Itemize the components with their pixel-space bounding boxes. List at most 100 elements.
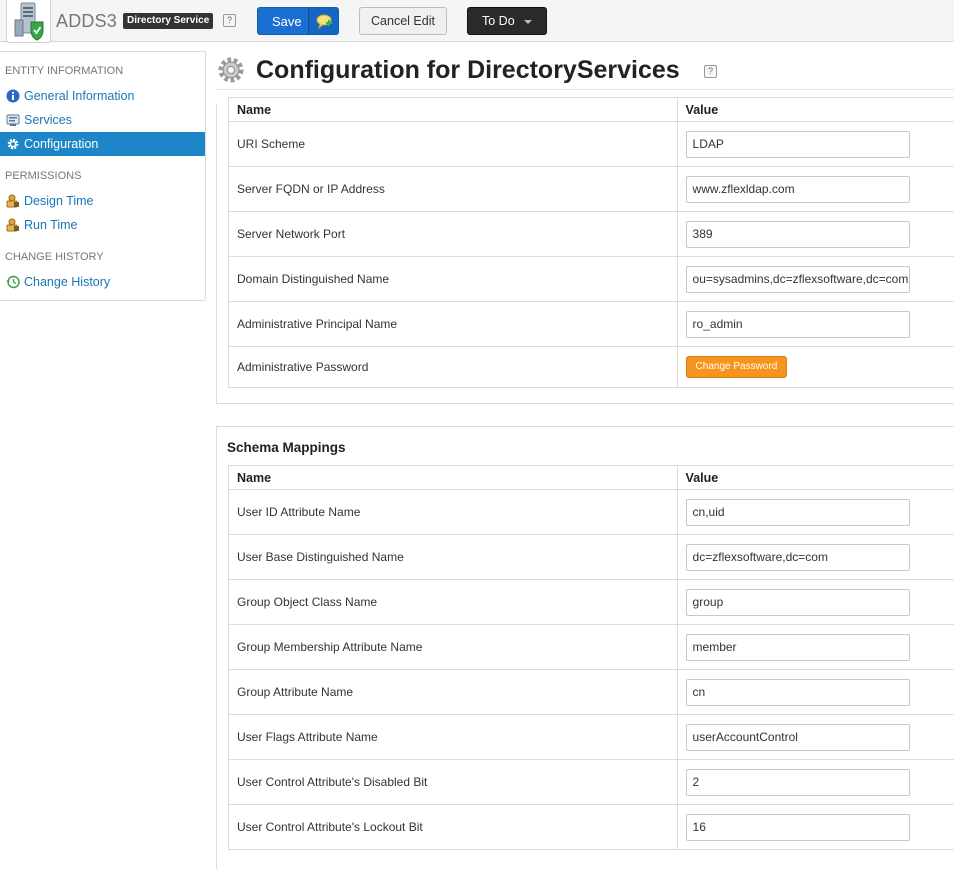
sidebar-item-label: Design Time: [24, 194, 94, 208]
setting-name: User Control Attribute's Lockout Bit: [228, 804, 678, 850]
user-id-attribute-input[interactable]: cn,uid: [685, 498, 910, 526]
group-attribute-input[interactable]: cn: [685, 678, 910, 706]
todo-dropdown-button[interactable]: To Do: [467, 7, 547, 35]
entity-logo: [6, 0, 51, 43]
lockout-bit-input[interactable]: 16: [685, 813, 910, 841]
connection-settings-panel: Name Value URI Scheme LDAP Server FQDN o…: [216, 97, 954, 404]
setting-name: Server FQDN or IP Address: [228, 166, 678, 212]
sidebar-heading-entity-information: ENTITY INFORMATION: [5, 65, 124, 77]
setting-value-cell: cn,uid: [676, 489, 954, 535]
setting-value-cell: userAccountControl: [676, 714, 954, 760]
setting-name: User Control Attribute's Disabled Bit: [228, 759, 678, 805]
page-title: Configuration for DirectoryServices: [256, 56, 680, 84]
table-row: User ID Attribute Name cn,uid: [228, 489, 954, 535]
setting-name: User Flags Attribute Name: [228, 714, 678, 760]
setting-name: Domain Distinguished Name: [228, 256, 678, 302]
table-row: Administrative Principal Name ro_admin: [228, 301, 954, 347]
setting-name: User Base Distinguished Name: [228, 534, 678, 580]
table-header-row: Name Value: [228, 97, 954, 122]
setting-name: Group Attribute Name: [228, 669, 678, 715]
setting-value-cell: cn: [676, 669, 954, 715]
user-base-dn-input[interactable]: dc=zflexsoftware,dc=com: [685, 543, 910, 571]
lock-user-icon: [6, 218, 19, 232]
group-membership-attribute-input[interactable]: member: [685, 633, 910, 661]
setting-value-cell: dc=zflexsoftware,dc=com: [676, 534, 954, 580]
top-toolbar: ADDS3 Directory Service ? Save Cancel Ed…: [0, 0, 954, 43]
group-object-class-input[interactable]: group: [685, 588, 910, 616]
sidebar-item-label: Configuration: [24, 137, 99, 151]
schema-mappings-table: Name Value User ID Attribute Name cn,uid…: [228, 465, 954, 850]
connection-settings-table: Name Value URI Scheme LDAP Server FQDN o…: [228, 97, 954, 388]
setting-value-cell: group: [676, 579, 954, 625]
sidebar-item-label: Change History: [24, 275, 111, 289]
setting-name: URI Scheme: [228, 121, 678, 167]
sidebar-item-design-time[interactable]: Design Time: [0, 189, 205, 213]
server-shield-icon: [14, 2, 44, 41]
setting-value-cell: 389: [676, 211, 954, 257]
info-icon: [6, 89, 20, 103]
change-password-button[interactable]: Change Password: [685, 356, 788, 378]
sidebar-item-services[interactable]: Services: [0, 108, 205, 132]
table-row: Group Membership Attribute Name member: [228, 624, 954, 670]
sidebar-item-change-history[interactable]: Change History: [0, 270, 205, 294]
history-icon: [6, 275, 20, 289]
table-row: User Base Distinguished Name dc=zflexsof…: [228, 534, 954, 580]
sidebar-heading-permissions: PERMISSIONS: [5, 170, 82, 182]
table-row: User Control Attribute's Disabled Bit 2: [228, 759, 954, 805]
user-flags-attribute-input[interactable]: userAccountControl: [685, 723, 910, 751]
help-icon[interactable]: ?: [704, 65, 717, 78]
save-with-comment-button[interactable]: [308, 8, 338, 34]
setting-name: Administrative Password: [228, 346, 678, 388]
services-icon: [6, 114, 20, 126]
setting-name: Server Network Port: [228, 211, 678, 257]
domain-dn-input[interactable]: ou=sysadmins,dc=zflexsoftware,dc=com: [685, 265, 910, 293]
setting-name: Administrative Principal Name: [228, 301, 678, 347]
sidebar-heading-change-history: CHANGE HISTORY: [5, 251, 104, 263]
table-row: Group Attribute Name cn: [228, 669, 954, 715]
table-row: User Control Attribute's Lockout Bit 16: [228, 804, 954, 850]
uri-scheme-input[interactable]: LDAP: [685, 130, 910, 158]
server-fqdn-input[interactable]: www.zflexldap.com: [685, 175, 910, 203]
table-row: Server FQDN or IP Address www.zflexldap.…: [228, 166, 954, 212]
cancel-edit-button[interactable]: Cancel Edit: [359, 7, 447, 35]
todo-label: To Do: [482, 14, 515, 28]
column-header-value: Value: [676, 97, 954, 122]
title-divider: [216, 89, 954, 90]
admin-principal-input[interactable]: ro_admin: [685, 310, 910, 338]
comment-add-icon: [316, 14, 332, 30]
table-row: User Flags Attribute Name userAccountCon…: [228, 714, 954, 760]
sidebar-item-general-information[interactable]: General Information: [0, 84, 205, 108]
setting-value-cell: LDAP: [676, 121, 954, 167]
column-header-value: Value: [676, 465, 954, 490]
setting-name: Group Membership Attribute Name: [228, 624, 678, 670]
setting-value-cell: 16: [676, 804, 954, 850]
sidebar: ENTITY INFORMATION General Information S…: [0, 51, 206, 301]
sidebar-item-configuration[interactable]: Configuration: [0, 132, 205, 156]
save-button[interactable]: Save: [257, 7, 339, 35]
setting-name: User ID Attribute Name: [228, 489, 678, 535]
lock-user-icon: [6, 194, 19, 208]
gear-icon: [7, 138, 19, 150]
disabled-bit-input[interactable]: 2: [685, 768, 910, 796]
table-header-row: Name Value: [228, 465, 954, 490]
table-row: URI Scheme LDAP: [228, 121, 954, 167]
setting-value-cell: ro_admin: [676, 301, 954, 347]
entity-type-badge: Directory Service: [123, 13, 214, 29]
sidebar-item-run-time[interactable]: Run Time: [0, 213, 205, 237]
column-header-name: Name: [228, 97, 678, 122]
setting-value-cell: www.zflexldap.com: [676, 166, 954, 212]
sidebar-item-label: Services: [24, 113, 72, 127]
table-row: Group Object Class Name group: [228, 579, 954, 625]
chevron-down-icon: [524, 20, 532, 24]
panel-title: Schema Mappings: [227, 440, 346, 455]
entity-name: ADDS3: [56, 11, 118, 31]
server-port-input[interactable]: 389: [685, 220, 910, 248]
table-row: Administrative Password Change Password: [228, 346, 954, 388]
setting-value-cell: member: [676, 624, 954, 670]
schema-mappings-panel: Schema Mappings Name Value User ID Attri…: [216, 426, 954, 869]
table-row: Domain Distinguished Name ou=sysadmins,d…: [228, 256, 954, 302]
help-icon[interactable]: ?: [223, 14, 236, 27]
setting-name: Group Object Class Name: [228, 579, 678, 625]
save-button-label: Save: [272, 14, 302, 29]
sidebar-item-label: Run Time: [24, 218, 78, 232]
